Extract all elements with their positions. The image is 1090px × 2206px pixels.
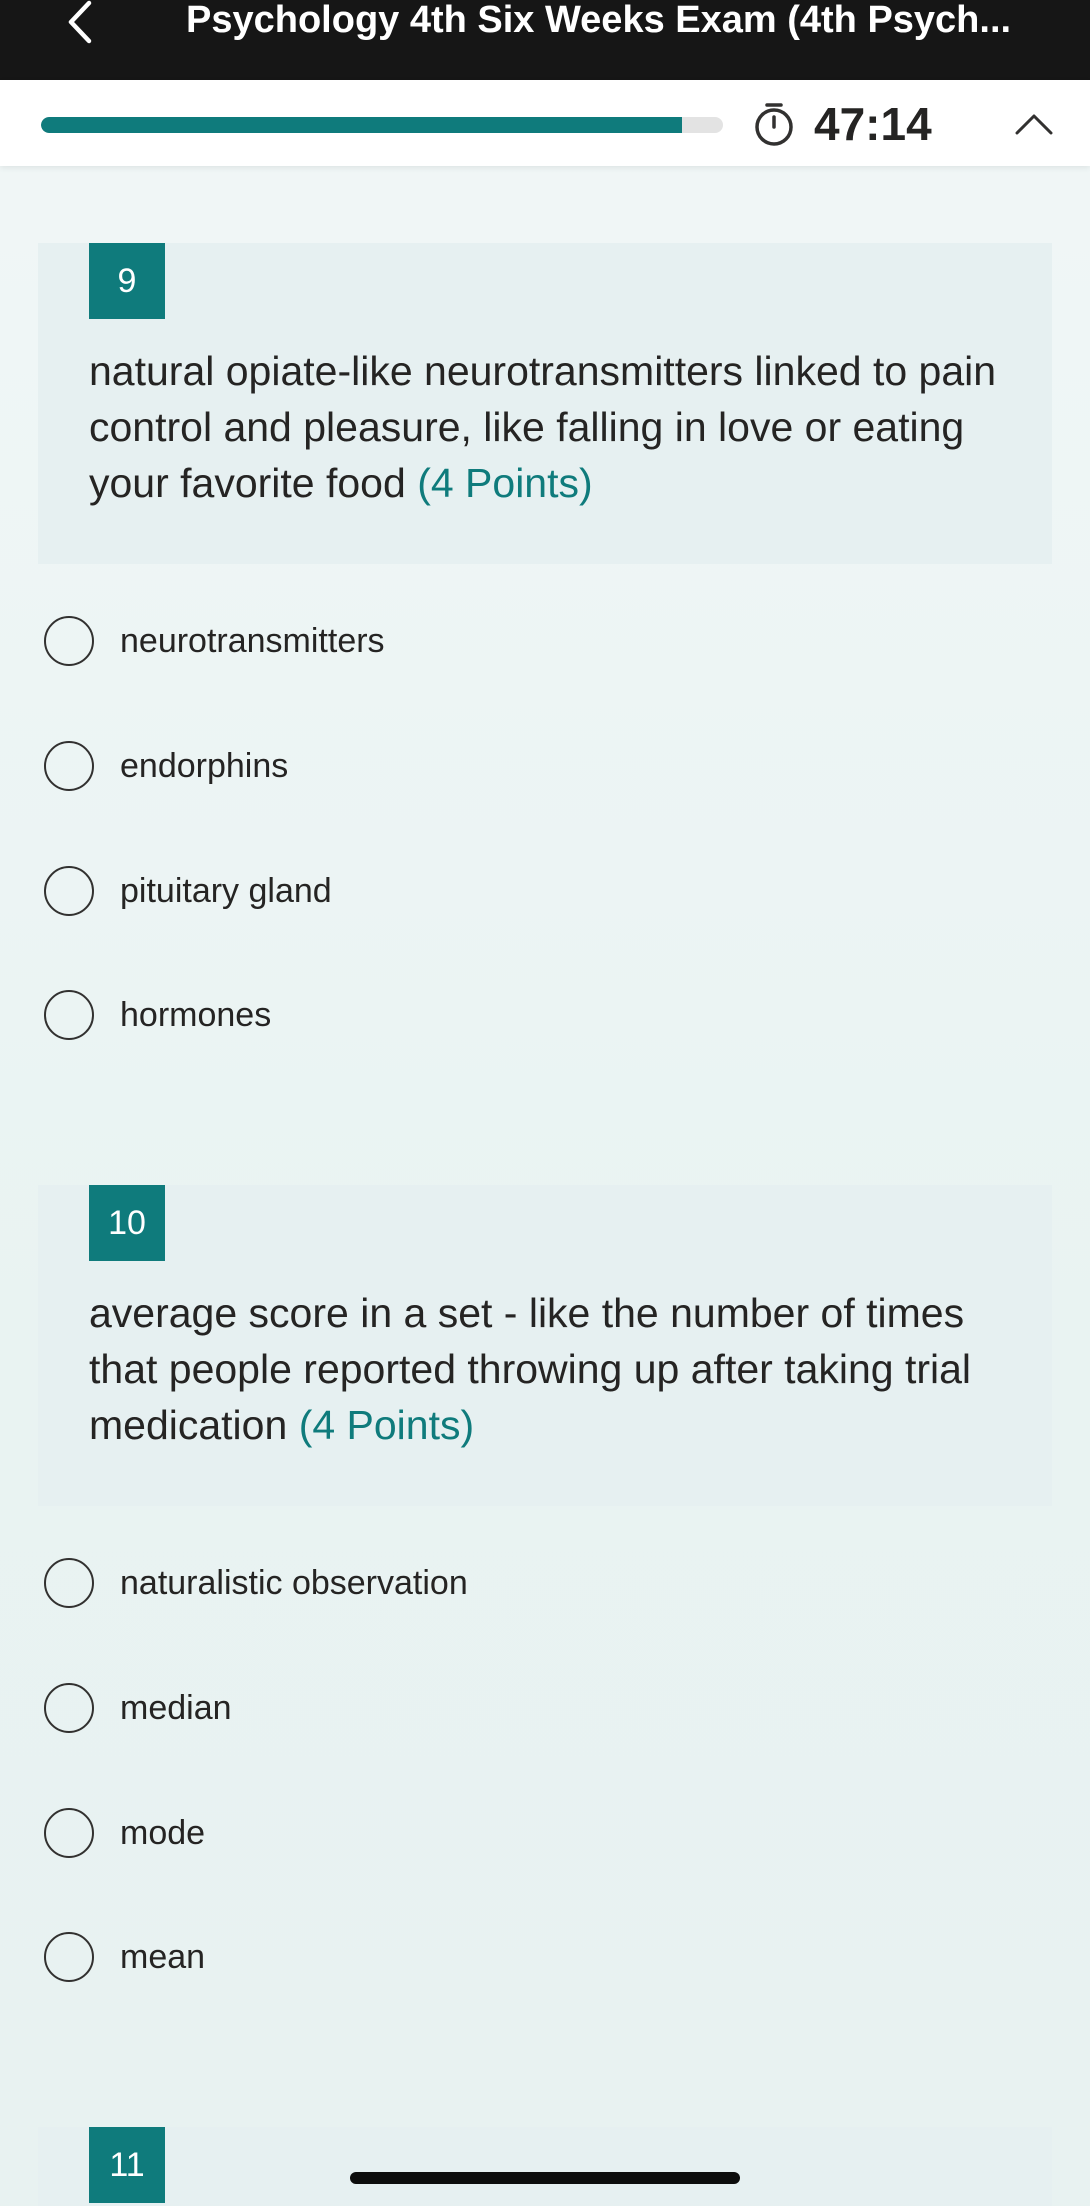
question-text: average score in a set - like the number… bbox=[89, 1285, 1009, 1453]
chevron-up-icon bbox=[1015, 114, 1053, 135]
radio-button[interactable] bbox=[44, 616, 94, 666]
option-label: hormones bbox=[120, 996, 272, 1034]
option-label: naturalistic observation bbox=[120, 1564, 468, 1602]
option-label: mean bbox=[120, 1938, 206, 1976]
option-label: neurotransmitters bbox=[120, 622, 385, 660]
radio-button[interactable] bbox=[44, 1558, 94, 1608]
radio-button[interactable] bbox=[44, 990, 94, 1040]
answer-option[interactable]: median bbox=[0, 1663, 1090, 1753]
progress-fill bbox=[41, 117, 683, 133]
collapse-button[interactable] bbox=[1010, 102, 1058, 146]
answer-option[interactable]: endorphins bbox=[0, 721, 1090, 811]
answer-option[interactable]: naturalistic observation bbox=[0, 1538, 1090, 1628]
question-number: 10 bbox=[89, 1185, 165, 1261]
stopwatch-icon bbox=[755, 103, 793, 146]
home-indicator bbox=[350, 2172, 740, 2184]
question-header: 9 natural opiate-like neurotransmitters … bbox=[38, 243, 1052, 564]
radio-button[interactable] bbox=[44, 1683, 94, 1733]
question-header: 11 bbox=[38, 2127, 1052, 2206]
radio-button[interactable] bbox=[44, 1932, 94, 1982]
question-number: 11 bbox=[89, 2127, 165, 2203]
question-points: (4 Points) bbox=[417, 460, 593, 506]
question-prompt: average score in a set - like the number… bbox=[89, 1290, 972, 1448]
top-nav-bar: Psychology 4th Six Weeks Exam (4th Psych… bbox=[0, 0, 1090, 80]
radio-button[interactable] bbox=[44, 1808, 94, 1858]
radio-button[interactable] bbox=[44, 741, 94, 791]
option-label: endorphins bbox=[120, 747, 289, 785]
question-text: natural opiate-like neurotransmitters li… bbox=[89, 343, 1009, 511]
option-label: pituitary gland bbox=[120, 872, 332, 910]
progress-bar bbox=[41, 117, 723, 133]
option-label: mode bbox=[120, 1814, 206, 1852]
answer-option[interactable]: hormones bbox=[0, 970, 1090, 1060]
answer-option[interactable]: mode bbox=[0, 1788, 1090, 1878]
progress-timer-bar: 47:14 bbox=[0, 80, 1090, 166]
question-number: 9 bbox=[89, 243, 165, 319]
answer-option[interactable]: pituitary gland bbox=[0, 846, 1090, 936]
radio-button[interactable] bbox=[44, 866, 94, 916]
question-points: (4 Points) bbox=[298, 1402, 475, 1448]
answer-option[interactable]: neurotransmitters bbox=[0, 596, 1090, 686]
back-button[interactable] bbox=[58, 0, 102, 44]
chevron-left-icon bbox=[68, 0, 92, 44]
answer-option[interactable]: mean bbox=[0, 1912, 1090, 2002]
page-title: Psychology 4th Six Weeks Exam (4th Psych… bbox=[186, 0, 1012, 41]
question-header: 10 average score in a set - like the num… bbox=[38, 1185, 1052, 1506]
timer-text: 47:14 bbox=[814, 98, 932, 150]
option-label: median bbox=[120, 1689, 232, 1727]
